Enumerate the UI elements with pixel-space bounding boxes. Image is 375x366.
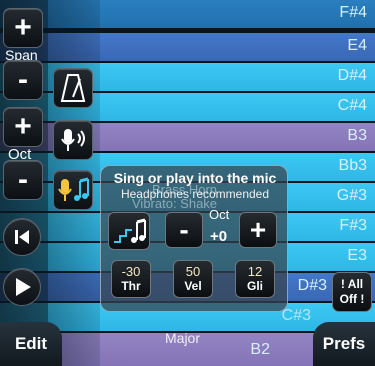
plus-icon: + xyxy=(249,214,267,245)
span-minus-button[interactable]: - xyxy=(3,60,43,100)
mic-sound-button[interactable] xyxy=(53,120,93,160)
octave-label: Oct xyxy=(209,207,230,222)
minus-icon: - xyxy=(18,63,28,96)
threshold-control[interactable]: -30 Thr xyxy=(111,260,151,298)
oct-minus-button[interactable]: - xyxy=(3,160,43,200)
glide-control[interactable]: 12 Gli xyxy=(235,260,275,298)
metronome-button[interactable] xyxy=(53,68,93,108)
velocity-value: 50 xyxy=(185,264,201,279)
prefs-button[interactable]: Prefs xyxy=(313,322,375,366)
velocity-label: Vel xyxy=(184,279,202,293)
scale-label[interactable]: Major xyxy=(165,330,200,346)
octave-value: +0 xyxy=(210,228,228,245)
threshold-value: -30 xyxy=(121,264,141,279)
mic-note-button[interactable] xyxy=(53,170,93,210)
metronome-icon xyxy=(60,74,86,102)
note-label: F#4 xyxy=(339,4,367,21)
octave-plus-button[interactable]: + xyxy=(239,212,277,248)
octave-minus-button[interactable]: - xyxy=(165,212,203,248)
note-label: D#4 xyxy=(337,67,367,84)
plus-icon: + xyxy=(14,11,32,44)
mic-note-icon xyxy=(58,177,89,201)
note-label: C#4 xyxy=(337,97,367,114)
play-icon xyxy=(16,278,31,296)
note-label: E4 xyxy=(347,37,367,54)
mic-sound-icon xyxy=(61,129,85,151)
minus-icon: - xyxy=(179,214,189,245)
plus-icon: + xyxy=(14,110,32,143)
note-label: D#3 xyxy=(297,277,327,294)
note-label: E3 xyxy=(347,247,367,264)
note-label: Bb3 xyxy=(338,157,367,174)
play-button[interactable] xyxy=(3,268,41,306)
note-label: C#3 xyxy=(281,307,311,324)
ghost-instrument-label: Brass Horn xyxy=(152,182,218,197)
staircase-note-icon xyxy=(114,218,146,243)
span-plus-button[interactable]: + xyxy=(3,8,43,48)
note-label: B3 xyxy=(347,127,367,144)
skip-back-icon xyxy=(15,230,29,244)
glide-value: 12 xyxy=(247,264,263,279)
all-off-line1: ! All xyxy=(340,277,364,291)
edit-button[interactable]: Edit xyxy=(0,322,62,366)
oct-plus-button[interactable]: + xyxy=(3,107,43,147)
ghost-vibrato-label: Vibrato: Shake xyxy=(132,196,218,211)
glide-label: Gli xyxy=(246,279,263,293)
skip-back-button[interactable] xyxy=(3,218,41,256)
velocity-control[interactable]: 50 Vel xyxy=(173,260,213,298)
note-label: G#3 xyxy=(336,187,367,204)
pitch-mode-button[interactable] xyxy=(108,212,150,250)
note-label: B2 xyxy=(250,341,270,358)
minus-icon: - xyxy=(18,163,28,196)
note-label: F#3 xyxy=(339,217,367,234)
threshold-label: Thr xyxy=(121,279,141,293)
all-notes-off-button[interactable]: ! All Off ! xyxy=(332,272,372,312)
all-off-line2: Off ! xyxy=(339,292,365,306)
